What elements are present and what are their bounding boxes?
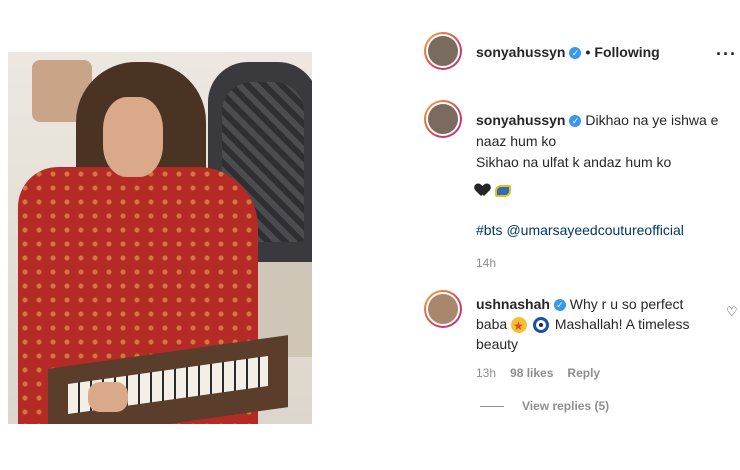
reply-button[interactable]: Reply <box>567 366 600 380</box>
following-button[interactable]: Following <box>594 44 659 60</box>
caption-avatar[interactable] <box>424 100 462 138</box>
caption-timestamp: 14h <box>476 256 497 270</box>
replies-divider-line <box>480 406 504 407</box>
verified-badge-icon: ✓ <box>553 299 566 312</box>
caption-emojis <box>476 184 511 200</box>
black-heart-icon <box>476 184 489 197</box>
caption: sonyahussyn ✓ Dikhao na ye ishwa e naaz h… <box>476 110 726 173</box>
caption-tags: #bts @umarsayeedcoutureofficial <box>476 222 688 238</box>
comment-like-heart-icon[interactable]: ♡ <box>726 304 738 320</box>
verified-badge-icon: ✓ <box>569 115 582 128</box>
caption-line-2: naaz hum ko <box>476 133 557 149</box>
comment-username[interactable]: ushnashah <box>476 296 550 312</box>
comment-likes[interactable]: 98 likes <box>510 366 553 380</box>
hashtag-link[interactable]: #bts <box>476 222 502 238</box>
verified-badge-icon: ✓ <box>569 47 582 60</box>
comment-timestamp: 13h <box>476 366 497 380</box>
header-username[interactable]: sonyahussyn <box>476 44 565 60</box>
comment-avatar[interactable] <box>424 290 462 328</box>
comment: ushnashah✓ Why r u so perfect baba Masha… <box>476 294 716 354</box>
star-struck-emoji-icon <box>511 316 528 336</box>
view-replies-button[interactable]: View replies (5) <box>522 399 609 413</box>
post-side-panel: sonyahussyn ✓ • Following ··· sonyahussyn ✓ … <box>414 0 740 470</box>
header-avatar[interactable] <box>424 32 462 70</box>
comment-text-part2: Mashallah! A timeless beauty <box>476 316 690 352</box>
separator-dot: • <box>585 44 591 60</box>
evil-eye-emoji-icon <box>532 317 549 334</box>
mention-link[interactable]: @umarsayeedcoutureofficial <box>506 222 683 238</box>
post-header: sonyahussyn ✓ • Following <box>476 44 660 60</box>
caption-username[interactable]: sonyahussyn <box>476 112 565 128</box>
caption-line-1: Dikhao na ye ishwa e <box>585 112 719 128</box>
image-hand <box>88 382 128 412</box>
comment-meta: 13h 98 likes Reply <box>476 366 614 380</box>
caption-line-3: Sikhao na ulfat k andaz hum ko <box>476 154 672 170</box>
post-image[interactable] <box>8 52 312 424</box>
puzzle-emoji-icon <box>495 185 511 197</box>
image-face <box>103 97 163 177</box>
more-options-icon[interactable]: ··· <box>716 44 737 65</box>
